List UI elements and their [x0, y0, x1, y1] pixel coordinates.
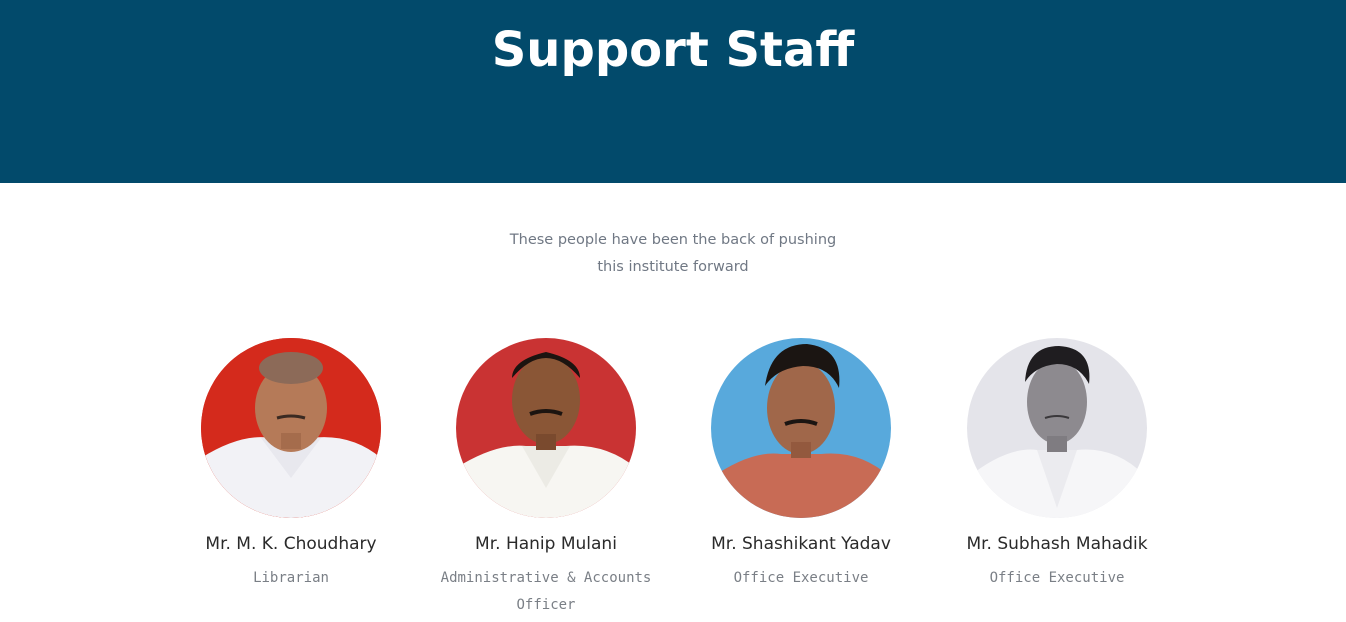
staff-name: Mr. Shashikant Yadav	[711, 534, 891, 554]
intro-line: this institute forward	[597, 259, 749, 275]
staff-card: Mr. Hanip Mulani Administrative & Accoun…	[416, 338, 676, 619]
staff-role: Office Executive	[733, 570, 869, 586]
intro-text: These people have been the back of pushi…	[473, 227, 873, 281]
staff-name: Mr. Subhash Mahadik	[966, 534, 1148, 554]
staff-role: Administrative & Accounts Officer	[416, 565, 676, 619]
staff-photo	[456, 338, 636, 518]
staff-card: Mr. Shashikant Yadav Office Executive	[671, 338, 931, 592]
staff-photo	[711, 338, 891, 518]
staff-name: Mr. Hanip Mulani	[475, 534, 617, 554]
staff-card: Mr. M. K. Choudhary Librarian	[161, 338, 421, 592]
staff-role: Librarian	[253, 570, 329, 586]
staff-role-line: Officer	[516, 597, 576, 613]
page-header: Support Staff	[0, 0, 1346, 183]
staff-photo	[201, 338, 381, 518]
staff-name: Mr. M. K. Choudhary	[205, 534, 377, 554]
staff-role: Office Executive	[989, 570, 1125, 586]
intro-line: These people have been the back of pushi…	[509, 232, 837, 248]
staff-photo	[967, 338, 1147, 518]
staff-role-line: Administrative & Accounts	[440, 570, 652, 586]
staff-card: Mr. Subhash Mahadik Office Executive	[927, 338, 1187, 592]
page-title: Support Staff	[491, 22, 855, 78]
